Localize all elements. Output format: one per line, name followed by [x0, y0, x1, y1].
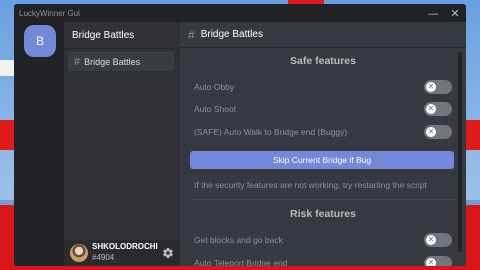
server-name: Bridge Battles — [72, 30, 135, 41]
toggle-get-blocks[interactable]: ✕ — [424, 233, 452, 247]
white-block — [0, 60, 14, 76]
toggle-row-auto-teleport: Auto Teleport Bridge end ✕ — [180, 254, 466, 266]
gui-window: LuckyWinner Gui — ✕ B Bridge Battles # B… — [14, 4, 466, 266]
username: SHKOLODROCHI — [92, 242, 158, 251]
toggle-row-auto-shoot: Auto Shoot ✕ — [180, 100, 466, 118]
hash-icon: # — [74, 55, 81, 68]
info-note: If the security features are not working… — [194, 180, 427, 190]
channel-label: Bridge Battles — [84, 56, 141, 67]
toggle-label: Auto Shoot — [194, 104, 237, 114]
red-block — [466, 120, 480, 150]
avatar — [70, 244, 88, 262]
toggle-row-auto-obby: Auto Obby ✕ — [180, 78, 466, 96]
title-bar[interactable]: LuckyWinner Gui — ✕ — [14, 4, 466, 22]
toggle-label: Get blocks and go back — [194, 235, 283, 245]
user-tag: #4904 — [92, 253, 115, 262]
x-icon: ✕ — [426, 258, 436, 266]
channel-header: # Bridge Battles — [180, 22, 466, 48]
toggle-label: Auto Teleport Bridge end — [194, 258, 288, 266]
skip-bridge-button[interactable]: Skip Current Bridge if Bug — [190, 151, 454, 169]
toggle-auto-walk[interactable]: ✕ — [424, 125, 452, 139]
x-icon: ✕ — [426, 104, 436, 114]
server-list: B — [14, 22, 64, 266]
feature-list[interactable]: Safe features Auto Obby ✕ Auto Shoot ✕ (… — [180, 49, 466, 266]
x-icon: ✕ — [426, 82, 436, 92]
user-panel: SHKOLODROCHI #4904 — [64, 240, 180, 266]
minimize-button[interactable]: — — [422, 4, 444, 22]
scrollbar[interactable] — [458, 52, 462, 252]
hash-icon: # — [188, 27, 195, 42]
section-divider — [190, 199, 456, 200]
window-title: LuckyWinner Gui — [19, 8, 80, 18]
x-icon: ✕ — [426, 235, 436, 245]
x-icon: ✕ — [426, 127, 436, 137]
section-title-safe: Safe features — [290, 55, 356, 67]
scrollbar-thumb[interactable] — [458, 52, 462, 172]
channel-header-title: Bridge Battles — [200, 29, 263, 40]
channel-sidebar: Bridge Battles # Bridge Battles SHKOLODR… — [64, 22, 180, 266]
gear-icon[interactable] — [162, 247, 174, 259]
divider — [64, 48, 180, 49]
channel-item-bridge-battles[interactable]: # Bridge Battles — [68, 52, 174, 71]
close-button[interactable]: ✕ — [444, 4, 466, 22]
toggle-auto-shoot[interactable]: ✕ — [424, 102, 452, 116]
toggle-auto-teleport[interactable]: ✕ — [424, 256, 452, 266]
toggle-label: Auto Obby — [194, 82, 235, 92]
server-icon[interactable]: B — [24, 25, 56, 57]
toggle-label: (SAFE) Auto Walk to Bridge end (Buggy) — [194, 127, 348, 137]
section-title-risk: Risk features — [290, 208, 356, 220]
main-panel: # Bridge Battles Safe features Auto Obby… — [180, 22, 466, 266]
toggle-row-auto-walk: (SAFE) Auto Walk to Bridge end (Buggy) ✕ — [180, 123, 466, 141]
toggle-auto-obby[interactable]: ✕ — [424, 80, 452, 94]
toggle-row-get-blocks: Get blocks and go back ✕ — [180, 231, 466, 249]
